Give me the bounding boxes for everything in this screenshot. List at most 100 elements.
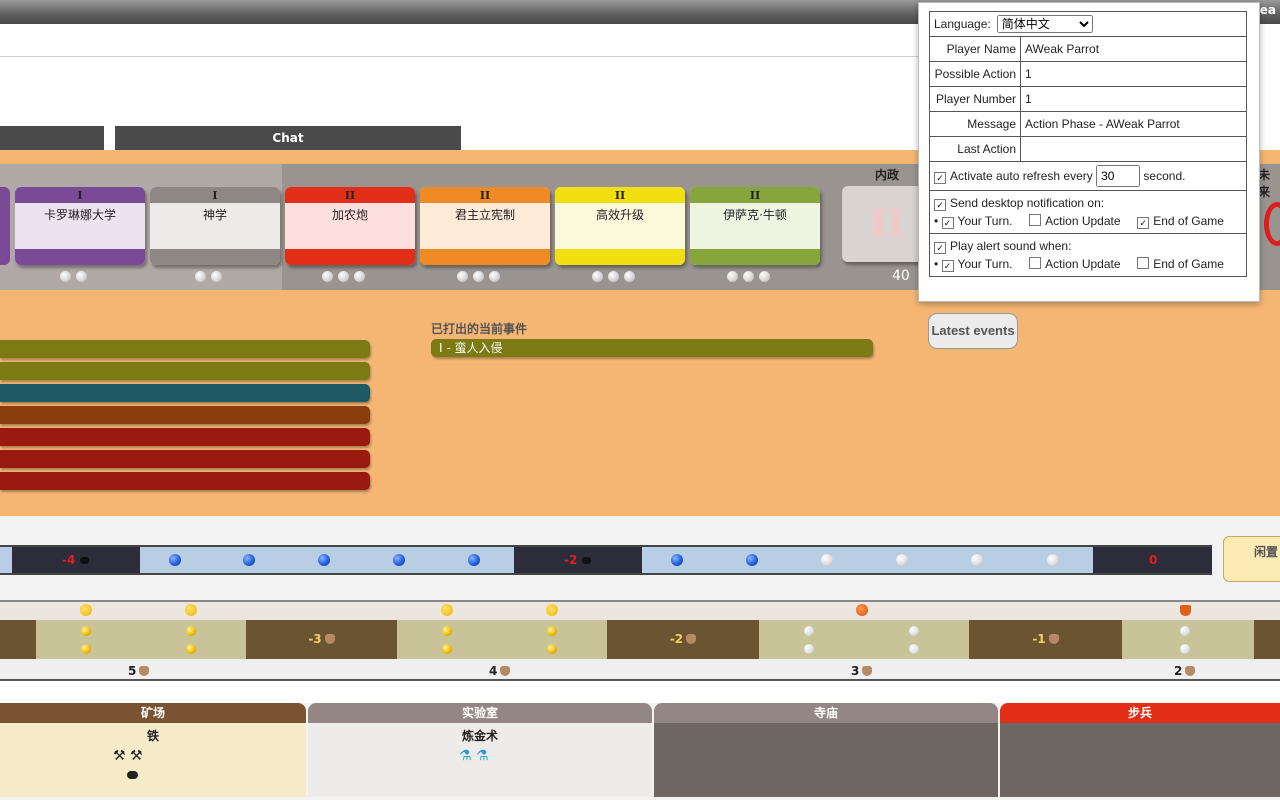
building-header[interactable]: 矿场 (0, 703, 306, 723)
happy-face-icon (80, 604, 92, 616)
auto-refresh-checkbox[interactable]: ✓ (934, 172, 946, 184)
blue-token (318, 554, 330, 566)
future-label: 未来 (1258, 168, 1271, 199)
cost-dot (758, 271, 770, 282)
tech-card[interactable]: I 卡罗琳娜大学 (15, 187, 145, 265)
tech-card[interactable]: I 神学 (150, 187, 280, 265)
production-deficit: -2 (607, 620, 759, 659)
gold-token (442, 626, 452, 636)
card-age: II (555, 187, 685, 203)
notify-action-update-checkbox[interactable] (1029, 213, 1042, 226)
building-header[interactable]: 寺庙 (654, 703, 998, 723)
happy-face-icon (441, 604, 453, 616)
tech-card[interactable]: II 伊萨克·牛顿 (690, 187, 820, 265)
event-bar[interactable] (0, 362, 370, 380)
white-token (1180, 644, 1190, 654)
spacer (0, 681, 1280, 703)
notify-your-turn-checkbox[interactable]: ✓ (941, 216, 954, 229)
event-bar[interactable] (0, 406, 370, 424)
food-sack-icon (1185, 666, 1196, 676)
cost-dot (194, 271, 206, 282)
track-label: -2 (564, 553, 591, 567)
notify-checkbox[interactable]: ✓ (934, 198, 946, 211)
card-cost (413, 271, 543, 282)
event-bar[interactable] (0, 450, 370, 468)
auto-refresh-label: Activate auto refresh every (950, 169, 1093, 183)
white-token (821, 554, 833, 566)
row-number: 2 (1174, 664, 1196, 678)
building-tech-name: 铁 (146, 729, 159, 743)
card-cost (278, 271, 408, 282)
mine-worker-icon: ⚒ ⚒ (113, 748, 143, 764)
production-deficit: -1 (969, 620, 1122, 659)
white-token (1180, 626, 1190, 636)
card-footer (555, 249, 685, 265)
building-header[interactable]: 实验室 (308, 703, 652, 723)
auto-refresh-row: ✓ Activate auto refresh every second. (929, 161, 1247, 191)
card-name: 卡罗琳娜大学 (43, 208, 116, 222)
cost-dot (321, 271, 333, 282)
building-slot[interactable]: 铁 (0, 723, 306, 797)
event-bar[interactable] (0, 472, 370, 490)
language-label: Language: (934, 17, 991, 31)
event-bar[interactable] (0, 384, 370, 402)
sound-your-turn-checkbox[interactable]: ✓ (941, 259, 954, 272)
notify-end-game-checkbox[interactable]: ✓ (1137, 216, 1150, 229)
production-dark (1254, 620, 1280, 659)
card-name: 神学 (202, 208, 227, 222)
current-event[interactable]: I - 蛮人入侵 (431, 339, 873, 357)
card-age: II (285, 187, 415, 203)
sound-row: ✓ Play alert sound when: • ✓ Your Turn. Ac… (929, 233, 1247, 277)
gold-token (81, 626, 91, 636)
cost-dot (623, 271, 635, 282)
sound-action-update-checkbox[interactable] (1029, 256, 1042, 269)
row-number: 4 (489, 664, 511, 678)
card-cost (683, 271, 813, 282)
blue-token (671, 554, 683, 566)
production-deficit: -3 (246, 620, 397, 659)
tech-card[interactable]: II 君主立宪制 (420, 187, 550, 265)
gold-token (186, 644, 196, 654)
building-slot[interactable] (1000, 723, 1280, 797)
tech-card[interactable]: II 高效升级 (555, 187, 685, 265)
card-partial[interactable] (0, 187, 10, 265)
cost-dot (472, 271, 484, 282)
shield-icon (1180, 605, 1191, 616)
tab-chat[interactable]: Chat (115, 126, 461, 150)
event-bar[interactable] (0, 428, 370, 446)
language-row: Language: 简体中文 (929, 11, 1247, 37)
building-slot[interactable] (654, 723, 998, 797)
food-sack-icon (686, 634, 697, 644)
card-cost (143, 271, 273, 282)
tab-left[interactable] (0, 126, 104, 150)
latest-events-button[interactable]: Latest events (928, 313, 1018, 349)
tech-card[interactable]: II 加农炮 (285, 187, 415, 265)
event-bar[interactable] (0, 340, 370, 358)
side-tab-idle[interactable]: 闲置 (1223, 536, 1280, 582)
card-footer (420, 249, 550, 265)
settings-panel: Language: 简体中文 Player Name AWeak Parrot Po… (918, 2, 1260, 302)
cost-dot (75, 271, 87, 282)
building-header[interactable]: 步兵 (1000, 703, 1280, 723)
cost-dot (456, 271, 468, 282)
card-footer (15, 249, 145, 265)
cost-dot (59, 271, 71, 282)
track-label: 0 (1149, 553, 1158, 567)
auto-refresh-input[interactable] (1096, 165, 1141, 187)
gold-token (547, 626, 557, 636)
card-age: II (690, 187, 820, 203)
possible-action-value: 1 (1020, 61, 1247, 87)
track-label: -4 (62, 553, 89, 567)
message-label: Message (929, 111, 1021, 137)
language-select[interactable]: 简体中文 (996, 15, 1093, 33)
blue-token (393, 554, 405, 566)
cost-dot (591, 271, 603, 282)
cost-dot (353, 271, 365, 282)
food-sack-icon (324, 634, 335, 644)
sound-checkbox[interactable]: ✓ (934, 241, 946, 254)
gold-token (547, 644, 557, 654)
sound-end-game-checkbox[interactable] (1137, 256, 1150, 269)
card-name: 高效升级 (595, 208, 644, 222)
sound-your-turn-label: Your Turn. (957, 256, 1013, 271)
happy-face-icon (185, 604, 197, 616)
